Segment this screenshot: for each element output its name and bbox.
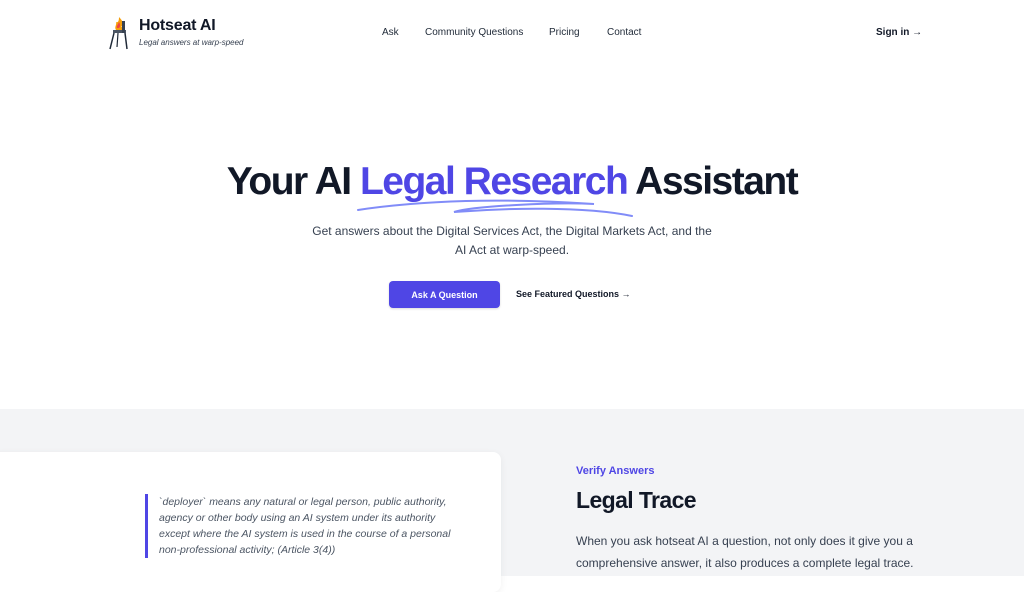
nav-item-ask[interactable]: Ask xyxy=(382,27,399,38)
underline-swoosh xyxy=(357,199,633,217)
hero-title-pre: Your AI xyxy=(226,160,360,203)
nav-item-contact[interactable]: Contact xyxy=(607,27,641,38)
hero-title-post: Assistant xyxy=(627,160,799,203)
section-title: Legal Trace xyxy=(576,487,697,513)
hero-subtitle: Get answers about the Digital Services A… xyxy=(312,224,712,257)
definition-quote: `deployer` means any natural or legal pe… xyxy=(145,494,465,558)
hero: Your AI Legal Research Assistant Get ans… xyxy=(0,160,1024,410)
main-nav: Ask Community Questions Pricing Contact xyxy=(0,27,1024,41)
featured-questions-link[interactable]: See Featured Questions → xyxy=(516,289,631,299)
section-eyebrow: Verify Answers xyxy=(576,465,655,477)
section-body: When you ask hotseat AI a question, not … xyxy=(576,534,914,570)
nav-item-pricing[interactable]: Pricing xyxy=(549,27,580,38)
nav-item-community-questions[interactable]: Community Questions xyxy=(425,27,523,38)
quote-card: `deployer` means any natural or legal pe… xyxy=(0,452,501,592)
legal-trace-section: `deployer` means any natural or legal pe… xyxy=(0,409,1024,592)
sign-in-link[interactable]: Sign in → xyxy=(876,27,922,38)
ask-question-button[interactable]: Ask A Question xyxy=(389,281,500,308)
site-header: Hotseat AI Legal answers at warp-speed A… xyxy=(0,0,1024,66)
